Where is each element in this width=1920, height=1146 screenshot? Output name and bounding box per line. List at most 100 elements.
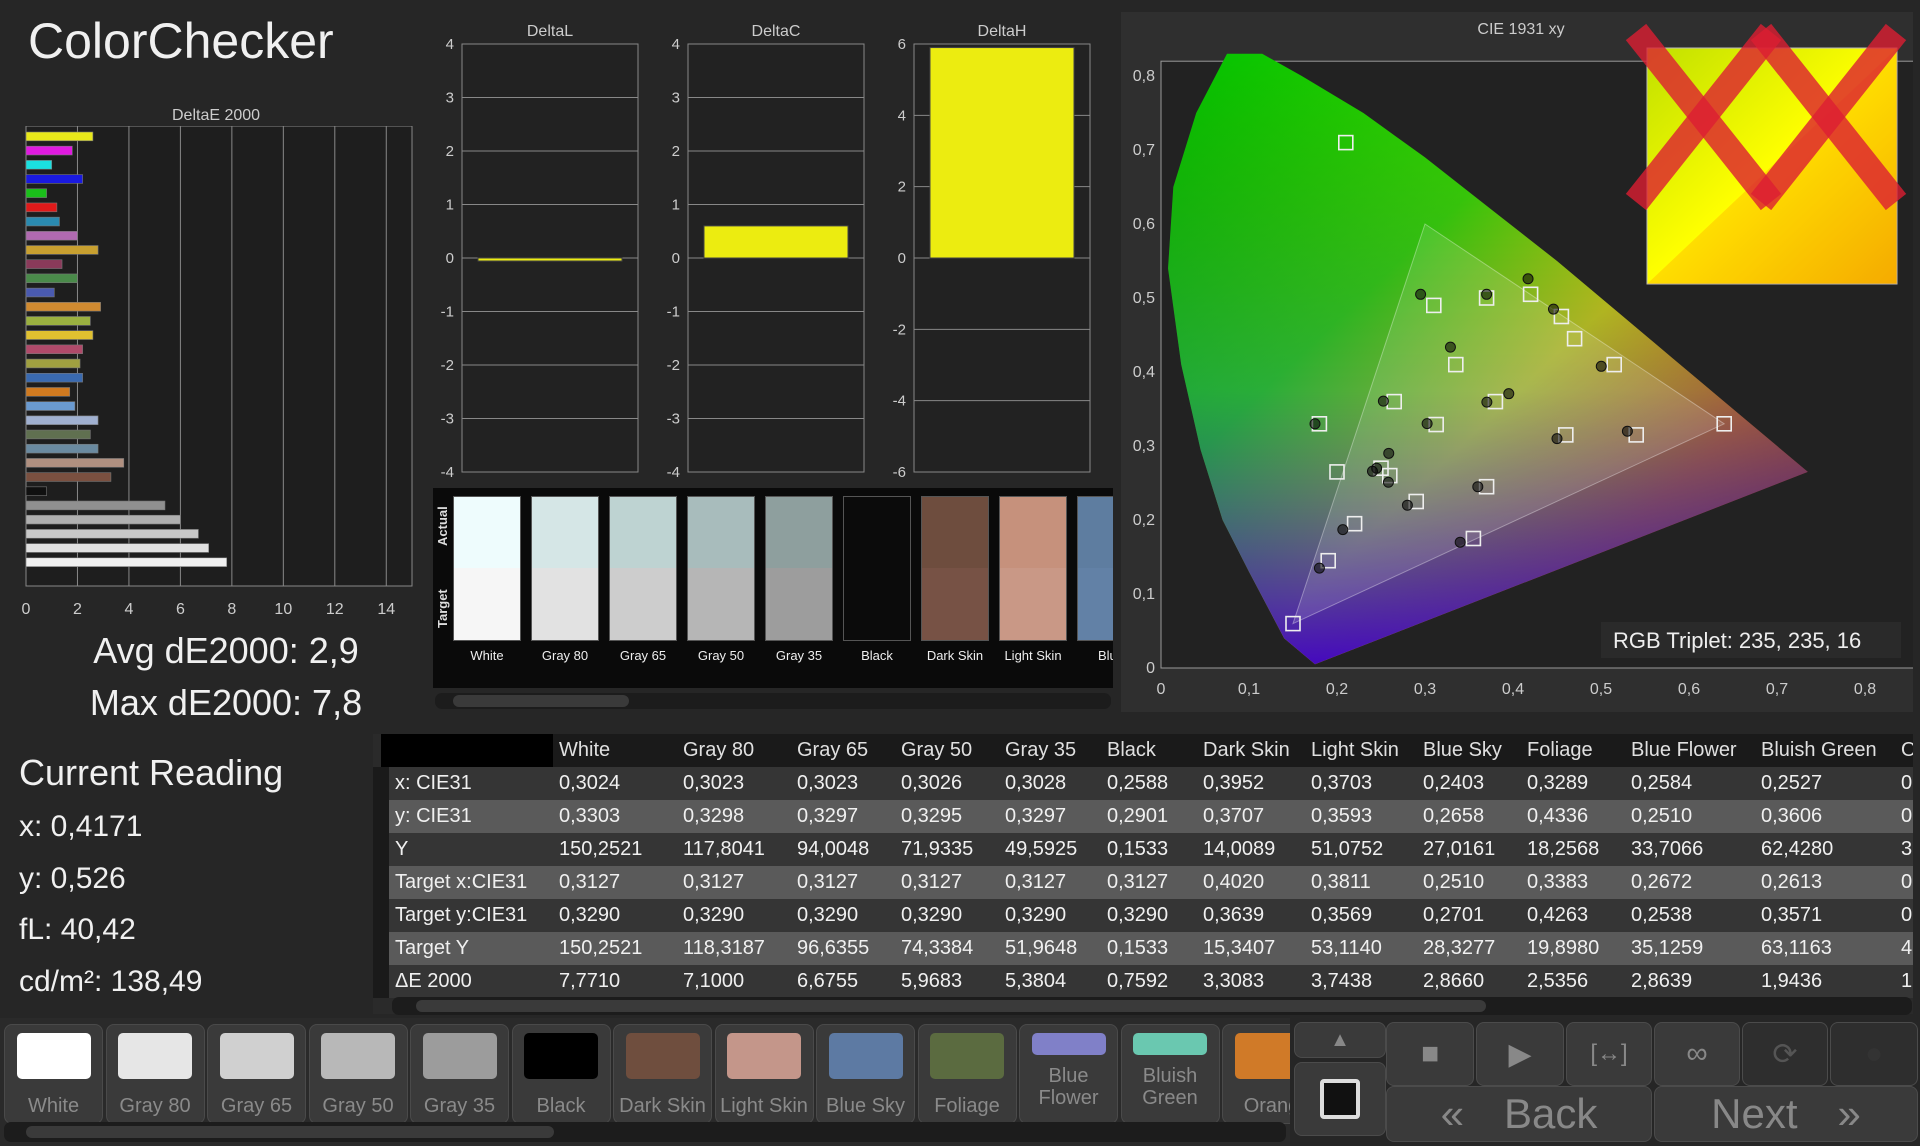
actual-marker [1595, 360, 1607, 372]
patch-button[interactable]: Orang [1222, 1024, 1290, 1124]
delta-tick-label: -2 [441, 357, 454, 374]
reading-cdm2: cd/m²: 138,49 [19, 965, 203, 998]
swatch-scrollbar[interactable] [435, 693, 1111, 709]
next-button[interactable]: Next » [1654, 1086, 1918, 1142]
patch-button[interactable]: Foliage [917, 1024, 1017, 1124]
patch-button[interactable]: Gray 50 [308, 1024, 408, 1124]
deltae-bar [25, 514, 181, 525]
swatch-label: Gray 65 [619, 648, 667, 663]
row-label: ΔE 2000 [373, 965, 553, 998]
patch-button[interactable]: Bluish Green [1120, 1024, 1220, 1124]
current-reading-title: Current Reading [19, 752, 284, 793]
stop-button[interactable]: ■ [1386, 1022, 1474, 1086]
row-label: Target x:CIE31 [373, 866, 553, 899]
delta-tick-label: 0 [672, 250, 680, 267]
deltae-bar [25, 458, 125, 468]
table-cell: 0,2588 [1107, 772, 1169, 794]
delta-tick-label: 1 [672, 197, 680, 214]
delta-tick-label: -3 [441, 411, 454, 428]
collapse-button[interactable]: ▲ [1294, 1022, 1386, 1058]
patch-button[interactable]: Dark Skin [613, 1024, 712, 1124]
swatch-label: White [470, 648, 504, 663]
fit-button[interactable]: [↔] [1566, 1022, 1652, 1086]
deltae-bar [25, 145, 73, 156]
patch-button[interactable]: Blue Sky [816, 1024, 915, 1124]
deltae-bar [25, 188, 47, 198]
loop-button[interactable]: ∞ [1654, 1022, 1740, 1086]
table-row: Target y:CIE31 0,3290 0,3290 0,3290 0,3290 0,… [373, 899, 1913, 932]
deltae-tick-label: 14 [377, 601, 395, 618]
table-cell: 0,2901 [1107, 805, 1169, 827]
table-cell: 0,2658 [1423, 805, 1485, 827]
patch-button[interactable]: Blue Flower [1019, 1024, 1118, 1124]
table-header-cell: Bluish Green [1761, 739, 1877, 761]
actual-marker [1415, 288, 1427, 300]
table-cell: 63,1163 [1761, 937, 1832, 959]
table-cell: 0,3298 [683, 805, 745, 827]
deltae-bar [25, 131, 94, 142]
swatch-item: Gray 50 [687, 496, 755, 676]
table-cell: 0,3127 [1107, 871, 1169, 893]
table-cell: 0,2584 [1631, 772, 1693, 794]
deltae-bar [25, 443, 99, 454]
infinity-icon: ∞ [1686, 1037, 1708, 1070]
patch-scrollbar[interactable] [4, 1122, 1286, 1142]
patch-label: White [27, 1095, 80, 1117]
patch-button[interactable]: Gray 65 [207, 1024, 306, 1124]
patch-swatch [1031, 1033, 1106, 1055]
table-header-cell: Blue Sky [1423, 739, 1502, 761]
patch-button[interactable]: White [4, 1024, 103, 1124]
table-cell: 0,2613 [1761, 871, 1823, 893]
table-cell: 7,7710 [559, 970, 621, 992]
patch-label: Blue Flower [1038, 1065, 1099, 1109]
table-cell: 0,2701 [1423, 904, 1485, 926]
back-button[interactable]: « Back [1386, 1086, 1652, 1142]
deltae-bar [25, 231, 78, 241]
actual-marker [1551, 433, 1563, 445]
table-scrollbar[interactable] [392, 997, 1912, 1015]
table-cell: 0,3295 [901, 805, 963, 827]
delta-chart-title: DeltaC [752, 23, 801, 40]
deltae-tick-label: 6 [176, 601, 185, 618]
table-cell: 0,2538 [1631, 904, 1693, 926]
record-button[interactable]: ● [1830, 1022, 1918, 1086]
target-swatch [999, 568, 1067, 641]
table-cell: 3,3083 [1203, 970, 1265, 992]
patch-button[interactable]: Light Skin [714, 1024, 814, 1124]
refresh-button[interactable]: ⟳ [1742, 1022, 1828, 1086]
patch-button[interactable]: Gray 35 [410, 1024, 509, 1124]
table-cell: 0,3606 [1761, 805, 1823, 827]
table-scroll-thumb[interactable] [416, 1000, 1486, 1012]
swatch-label: Black [861, 648, 893, 663]
table-cell: 0,3297 [1005, 805, 1067, 827]
table-cell: 0,7592 [1107, 970, 1169, 992]
delta-tick-label: -4 [441, 464, 454, 481]
actual-marker [1309, 418, 1321, 430]
deltae-tick-label: 10 [274, 601, 292, 618]
patch-label: Light Skin [720, 1095, 808, 1117]
delta-tick-label: -6 [893, 464, 906, 481]
deltae-bar [25, 160, 53, 170]
swatch-scroll-thumb[interactable] [453, 695, 629, 707]
row-label: x: CIE31 [373, 767, 553, 800]
delta-tick-label: -1 [667, 304, 680, 321]
patch-button[interactable]: Gray 80 [105, 1024, 205, 1124]
patch-scroll-thumb[interactable] [26, 1126, 554, 1138]
table-cell: 0,1533 [1107, 838, 1169, 860]
table-cell: 0,4077 [1901, 805, 1913, 827]
cie-title: CIE 1931 xy [1477, 21, 1564, 38]
swatch-item: Black [843, 496, 911, 676]
table-header-cell: Gray 80 [683, 739, 755, 761]
patch-swatch [625, 1033, 700, 1079]
table-row: ΔE 2000 7,7710 7,1000 6,6755 5,9683 5,3804 0,7… [373, 965, 1913, 998]
patch-button[interactable]: Black [511, 1024, 611, 1124]
delta-tick-label: 1 [446, 197, 454, 214]
actual-marker [1371, 462, 1383, 474]
table-cell: 0,3952 [1203, 772, 1265, 794]
deltae-tick-label: 2 [73, 601, 82, 618]
cie-x-tick: 0,3 [1414, 681, 1436, 698]
swatch-label: Gray 50 [697, 648, 745, 663]
measure-mode-button[interactable] [1294, 1062, 1386, 1136]
actual-swatch [999, 496, 1067, 569]
play-button[interactable]: ▶ [1476, 1022, 1564, 1086]
